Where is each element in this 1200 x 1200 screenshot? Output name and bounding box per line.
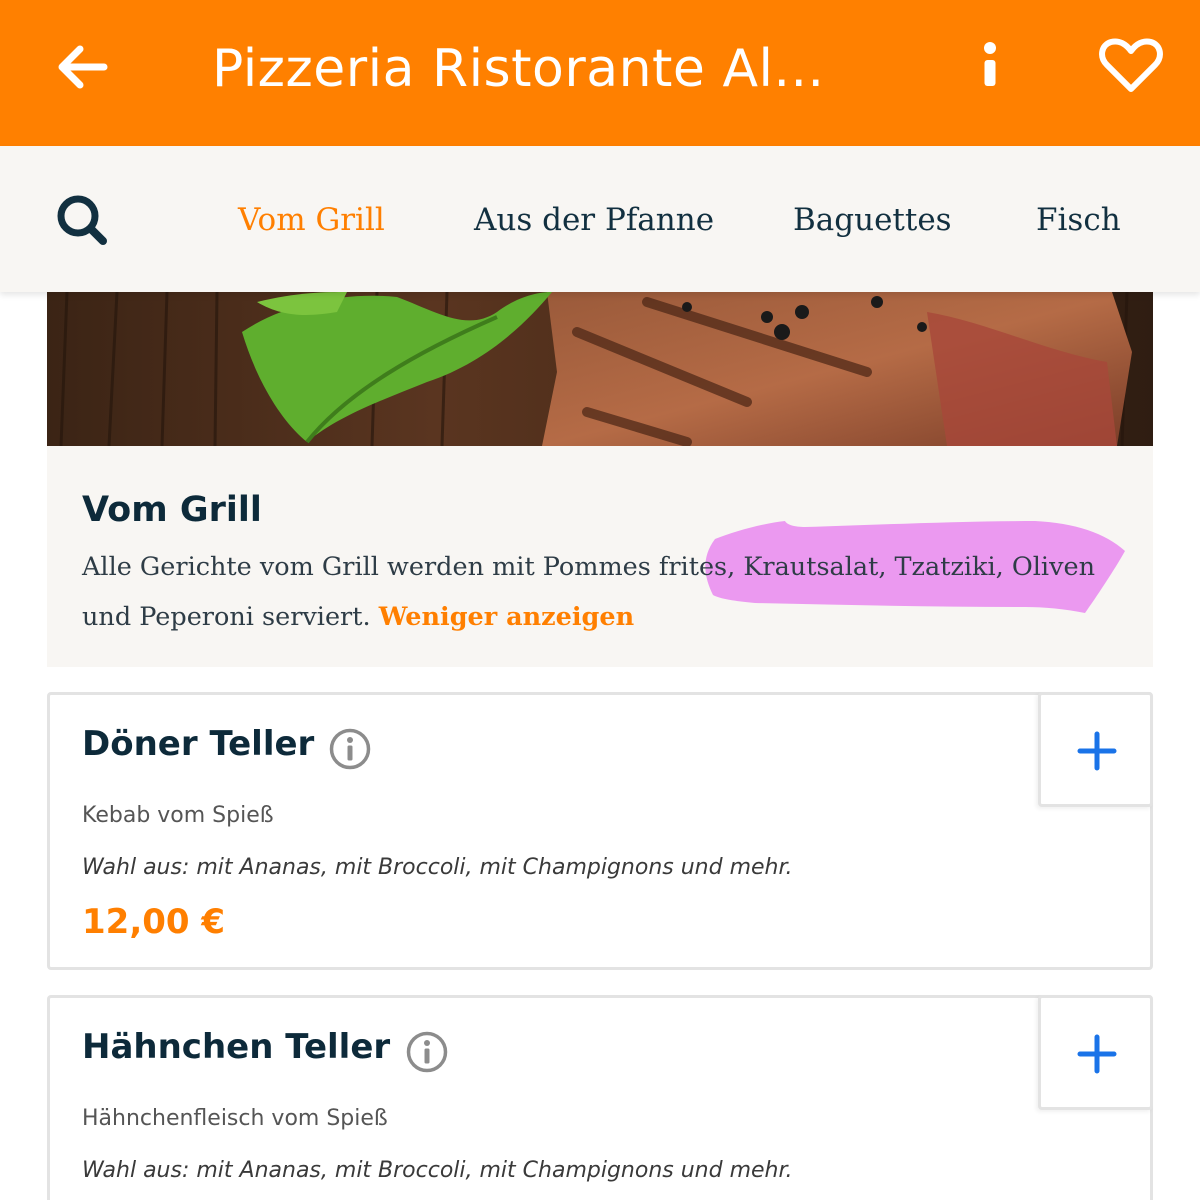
item-subtitle: Kebab vom Spieß [82, 803, 274, 828]
item-options: Wahl aus: mit Ananas, mit Broccoli, mit … [82, 855, 793, 880]
category-hero-image [47, 292, 1153, 446]
info-circle-icon[interactable] [328, 727, 372, 771]
tab-fisch[interactable]: Fisch [1036, 196, 1121, 244]
app-header: Pizzeria Ristorante Al... [0, 0, 1200, 146]
tab-vom-grill[interactable]: Vom Grill [238, 196, 385, 244]
info-circle-icon[interactable] [405, 1030, 449, 1074]
add-item-button[interactable] [1038, 692, 1153, 807]
category-description: Alle Gerichte vom Grill werden mit Pomme… [82, 542, 1122, 642]
description-line-2: und Peperoni serviert. Weniger anzeigen [82, 592, 1122, 642]
item-name: Döner Teller [82, 724, 315, 764]
item-options: Wahl aus: mit Ananas, mit Broccoli, mit … [82, 1158, 793, 1183]
plus-icon [1077, 731, 1117, 771]
tab-baguettes[interactable]: Baguettes [793, 196, 952, 244]
category-tabbar: Vom Grill Aus der Pfanne Baguettes Fisch [0, 146, 1200, 292]
description-text: und Peperoni serviert. [82, 602, 371, 632]
item-subtitle: Hähnchenfleisch vom Spieß [82, 1106, 388, 1131]
category-title: Vom Grill [82, 490, 262, 530]
heart-icon[interactable] [1098, 36, 1164, 96]
restaurant-title: Pizzeria Ristorante Al... [212, 39, 825, 99]
menu-item-card[interactable]: Döner Teller Kebab vom Spieß Wahl aus: m… [47, 692, 1153, 970]
item-name: Hähnchen Teller [82, 1027, 391, 1067]
add-item-button[interactable] [1038, 995, 1153, 1110]
item-price: 12,00 € [82, 902, 226, 942]
arrow-left-icon[interactable] [48, 34, 114, 100]
info-icon[interactable] [962, 36, 1018, 96]
show-less-link[interactable]: Weniger anzeigen [379, 602, 634, 632]
plus-icon [1077, 1034, 1117, 1074]
description-line-1: Alle Gerichte vom Grill werden mit Pomme… [82, 552, 1095, 582]
category-info: Vom Grill Alle Gerichte vom Grill werden… [47, 446, 1153, 667]
search-icon[interactable] [54, 192, 110, 248]
tab-aus-der-pfanne[interactable]: Aus der Pfanne [474, 196, 714, 244]
menu-item-card[interactable]: Hähnchen Teller Hähnchenfleisch vom Spie… [47, 995, 1153, 1200]
